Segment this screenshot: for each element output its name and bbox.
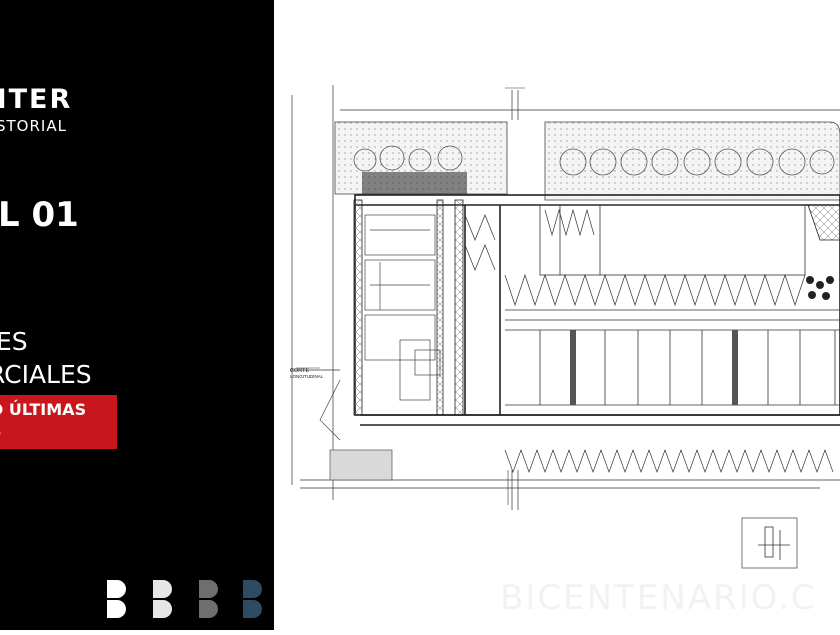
watermark: BICENTENARIO.C xyxy=(500,578,817,618)
brand-subtitle: STORIAL xyxy=(0,117,67,135)
level-title: L 01 xyxy=(0,195,79,235)
banner-line-2: S xyxy=(0,422,2,441)
logo-letter-2 xyxy=(153,580,172,618)
left-panel: NTER STORIAL L 01 ES RCIALES D ÚLTIMAS S xyxy=(0,0,274,630)
floor-plan-drawing: CORTE LONGITUDINAL xyxy=(290,85,840,569)
logo-letter-3 xyxy=(199,580,218,618)
section-sublabel: LONGITUDINAL xyxy=(290,374,324,379)
heading-line-2: RCIALES xyxy=(0,360,92,389)
banner-line-1: D ÚLTIMAS xyxy=(0,400,87,419)
floor-plan-area: CORTE LONGITUDINAL xyxy=(274,0,840,630)
logo-letter-4 xyxy=(243,580,262,618)
brand-logo xyxy=(107,580,262,618)
brand-name: NTER xyxy=(0,84,73,115)
logo-letter-1 xyxy=(107,580,126,618)
heading-line-1: ES xyxy=(0,327,28,356)
status-banner: D ÚLTIMAS S xyxy=(0,395,117,449)
